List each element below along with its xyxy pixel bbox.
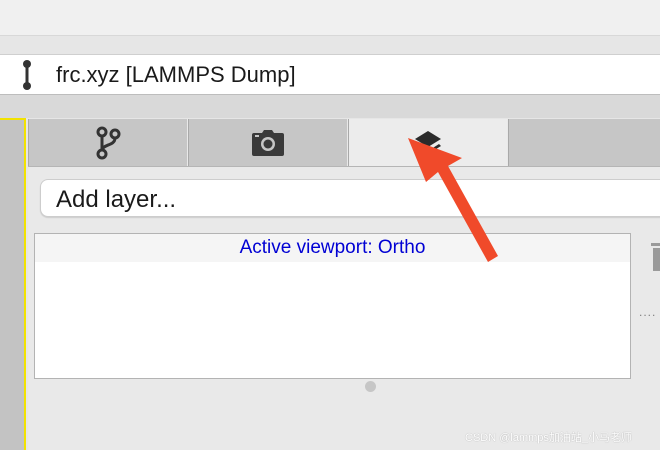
active-viewport-edge[interactable] — [0, 118, 26, 450]
active-viewport-header: Active viewport: Ortho — [35, 234, 630, 262]
pipeline-item-label: frc.xyz [LAMMPS Dump] — [56, 62, 296, 87]
layer-list[interactable]: Active viewport: Ortho — [34, 233, 631, 379]
pipeline-branch-icon — [96, 126, 121, 159]
tab-pipeline[interactable] — [28, 119, 188, 166]
watermark-text: CSDN @lammps加油站_小马老师 — [465, 432, 633, 444]
tab-render[interactable] — [188, 119, 348, 166]
camera-icon — [252, 129, 284, 156]
splitter-strip — [0, 95, 660, 118]
pipeline-node-icon — [23, 60, 31, 90]
add-layer-dropdown[interactable]: Add layer... — [40, 179, 660, 217]
window-top-strip — [0, 0, 660, 36]
tab-extra[interactable] — [508, 119, 660, 166]
splitter-handle[interactable] — [365, 381, 376, 392]
delete-layer-icon[interactable] — [651, 243, 660, 271]
command-panel-tabbar — [28, 119, 660, 167]
annotation-arrow-icon — [408, 138, 498, 262]
add-layer-label: Add layer... — [56, 186, 177, 213]
more-options-icon[interactable]: .... — [639, 305, 656, 319]
pipeline-item-row[interactable]: frc.xyz [LAMMPS Dump] — [0, 54, 660, 95]
